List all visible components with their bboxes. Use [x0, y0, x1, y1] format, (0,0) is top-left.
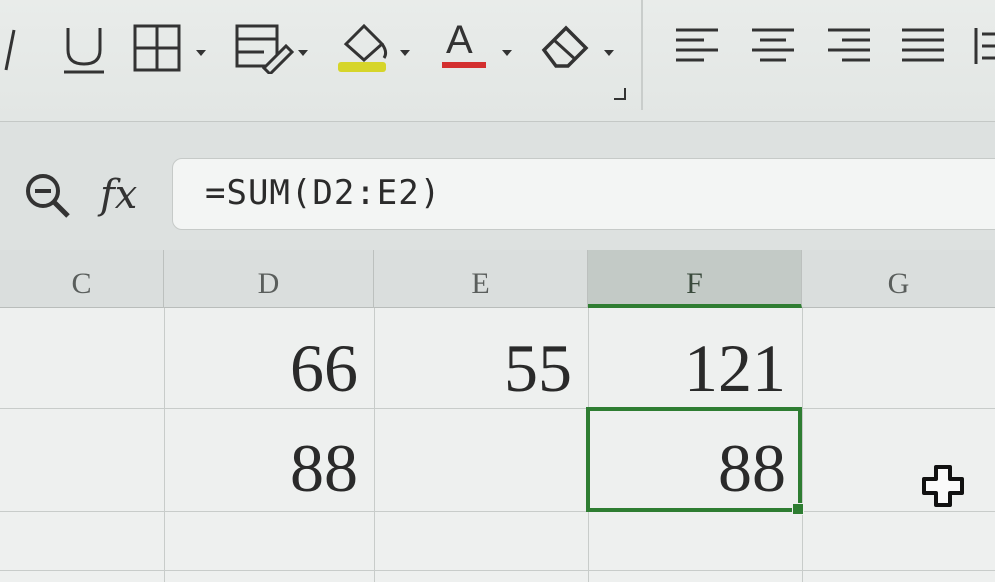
- zoom-out-icon[interactable]: [22, 170, 74, 222]
- underline-button[interactable]: [60, 14, 110, 74]
- chevron-down-icon: [604, 50, 614, 56]
- cell-d3[interactable]: 88: [164, 418, 374, 518]
- italic-icon: [4, 29, 16, 71]
- column-headers: C D E F G: [0, 250, 995, 308]
- column-header-c[interactable]: C: [0, 250, 164, 308]
- fill-color-button[interactable]: [336, 14, 416, 74]
- clear-format-button[interactable]: [540, 14, 620, 74]
- cell-d2[interactable]: 66: [164, 318, 374, 418]
- italic-button[interactable]: [0, 14, 30, 74]
- font-color-button[interactable]: A: [440, 14, 520, 74]
- ribbon-group-divider: [641, 0, 643, 110]
- indent-icon: [974, 28, 995, 64]
- font-dialog-launcher-icon[interactable]: [614, 88, 626, 100]
- justify-button[interactable]: [900, 14, 948, 74]
- align-right-icon: [828, 28, 870, 62]
- cell-f2[interactable]: 121: [588, 318, 802, 418]
- formula-text: =SUM(D2:E2): [205, 173, 442, 213]
- underline-icon: [64, 28, 104, 74]
- cell-cursor-icon: [922, 465, 964, 507]
- selected-cell-border: [586, 407, 802, 512]
- borders-icon: [133, 24, 181, 72]
- column-header-e[interactable]: E: [374, 250, 588, 308]
- formula-input[interactable]: =SUM(D2:E2): [172, 158, 995, 230]
- font-color-bar: [442, 62, 486, 68]
- align-left-icon: [676, 28, 718, 62]
- fill-color-icon: [338, 23, 388, 72]
- chevron-down-icon: [196, 50, 206, 56]
- chevron-down-icon: [298, 50, 308, 56]
- column-divider: [802, 308, 803, 582]
- fx-icon[interactable]: fx: [100, 170, 150, 220]
- cell-e3[interactable]: [374, 418, 588, 518]
- borders-button[interactable]: [132, 14, 212, 74]
- column-header-f[interactable]: F: [588, 250, 802, 308]
- align-left-button[interactable]: [674, 14, 722, 74]
- indent-button[interactable]: [972, 14, 995, 74]
- align-center-button[interactable]: [750, 14, 798, 74]
- fill-handle[interactable]: [792, 503, 804, 515]
- row-divider: [0, 570, 995, 571]
- font-color-glyph: A: [446, 18, 473, 62]
- column-header-d[interactable]: D: [164, 250, 374, 308]
- eraser-icon: [541, 25, 589, 68]
- justify-icon: [902, 28, 944, 62]
- chevron-down-icon: [502, 50, 512, 56]
- ribbon-toolbar: A: [0, 0, 995, 122]
- align-center-icon: [752, 28, 794, 62]
- chevron-down-icon: [400, 50, 410, 56]
- cell-style-button[interactable]: [234, 14, 314, 74]
- align-right-button[interactable]: [826, 14, 874, 74]
- cell-e2[interactable]: 55: [374, 318, 588, 418]
- column-header-g[interactable]: G: [802, 250, 995, 308]
- cell-style-icon: [235, 24, 295, 74]
